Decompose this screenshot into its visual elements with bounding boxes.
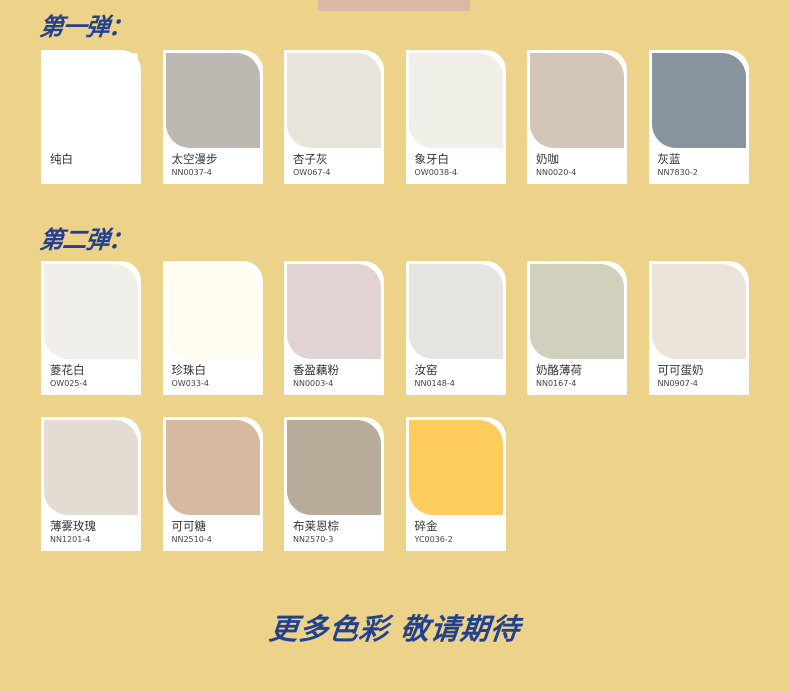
color-code: NN2510-4 [171, 535, 212, 544]
color-swatch [408, 420, 503, 515]
color-swatch [530, 264, 624, 359]
color-name: 灰蓝 [657, 152, 681, 166]
color-swatch [44, 420, 138, 515]
color-card[interactable]: 灰蓝 NN7830-2 [648, 50, 749, 184]
color-name: 奶咖 [536, 152, 559, 166]
color-name: 珍珠白 [171, 363, 207, 377]
color-name: 布莱恩棕 [293, 519, 339, 533]
color-card[interactable]: 碎金 YC0036-2 [405, 417, 506, 551]
color-code: NN0907-4 [657, 379, 698, 388]
color-card[interactable]: 汝窑 NN0148-4 [405, 261, 506, 395]
color-name: 香盈藕粉 [293, 363, 339, 377]
color-swatch [287, 264, 381, 359]
color-name: 奶酪薄荷 [536, 363, 582, 377]
color-code: NN0020-4 [536, 168, 577, 177]
color-swatch [530, 53, 624, 148]
color-card[interactable]: 象牙白 OW0038-4 [405, 50, 506, 184]
color-swatch [651, 53, 746, 148]
color-card[interactable]: 珍珠白 OW033-4 [162, 261, 263, 395]
color-swatch [165, 53, 260, 148]
color-code: OW033-4 [171, 379, 209, 388]
color-code: NN0037-4 [171, 168, 212, 177]
color-swatch [408, 264, 503, 359]
color-name: 碎金 [414, 519, 438, 533]
color-swatch [287, 53, 381, 148]
color-code: OW025-4 [50, 379, 88, 388]
color-swatch [408, 53, 503, 148]
color-code: OW067-4 [293, 168, 331, 177]
color-swatch [287, 420, 381, 515]
color-name: 可可糖 [171, 519, 207, 533]
color-swatch [165, 420, 260, 515]
color-swatch [651, 264, 746, 359]
color-name: 薄雾玫瑰 [50, 519, 96, 533]
color-card[interactable]: 杏子灰 OW067-4 [284, 50, 384, 184]
color-code: YC0036-2 [414, 535, 453, 544]
color-card[interactable]: 太空漫步 NN0037-4 [162, 50, 263, 184]
color-code: OW0038-4 [414, 168, 458, 177]
color-name: 象牙白 [414, 152, 450, 166]
color-code: NN1201-4 [50, 535, 91, 544]
swatch-grid-2: 菱花白 OW025-4 珍珠白 OW033-4 香盈藕粉 NN0003-4 汝窑 NN0148… [41, 261, 749, 551]
color-code: NN7830-2 [657, 168, 698, 177]
section-title-1: 第一弹： [38, 13, 134, 41]
color-swatch [165, 264, 260, 359]
color-name: 太空漫步 [171, 152, 218, 166]
color-name: 杏子灰 [293, 152, 328, 166]
color-card[interactable]: 奶酪薄荷 NN0167-4 [527, 261, 627, 395]
color-card[interactable]: 菱花白 OW025-4 [41, 261, 141, 395]
color-card[interactable]: 可可糖 NN2510-4 [162, 417, 263, 551]
color-card[interactable]: 薄雾玫瑰 NN1201-4 [41, 417, 141, 551]
color-name: 纯白 [50, 152, 73, 166]
color-code: NN0148-4 [414, 379, 455, 388]
color-code: NN0003-4 [293, 379, 334, 388]
color-name: 可可蛋奶 [657, 363, 704, 377]
color-code: NN2570-3 [293, 535, 334, 544]
color-card[interactable]: 可可蛋奶 NN0907-4 [648, 261, 749, 395]
color-card[interactable]: 布莱恩棕 NN2570-3 [284, 417, 384, 551]
color-card[interactable]: 香盈藕粉 NN0003-4 [284, 261, 384, 395]
footer-slogan: 更多色彩 敬请期待 [267, 612, 523, 646]
color-code: NN0167-4 [536, 379, 577, 388]
color-card[interactable]: 奶咖 NN0020-4 [527, 50, 627, 184]
top-ribbon [318, 0, 470, 11]
swatch-grid-1: 纯白 太空漫步 NN0037-4 杏子灰 OW067-4 象牙白 OW0038-4 奶咖 NN0… [41, 50, 749, 184]
color-swatch [44, 53, 138, 148]
color-card[interactable]: 纯白 [41, 50, 141, 184]
color-swatch [44, 264, 138, 359]
section-title-2: 第二弹： [38, 226, 134, 254]
color-name: 汝窑 [414, 363, 438, 377]
color-name: 菱花白 [50, 363, 85, 377]
